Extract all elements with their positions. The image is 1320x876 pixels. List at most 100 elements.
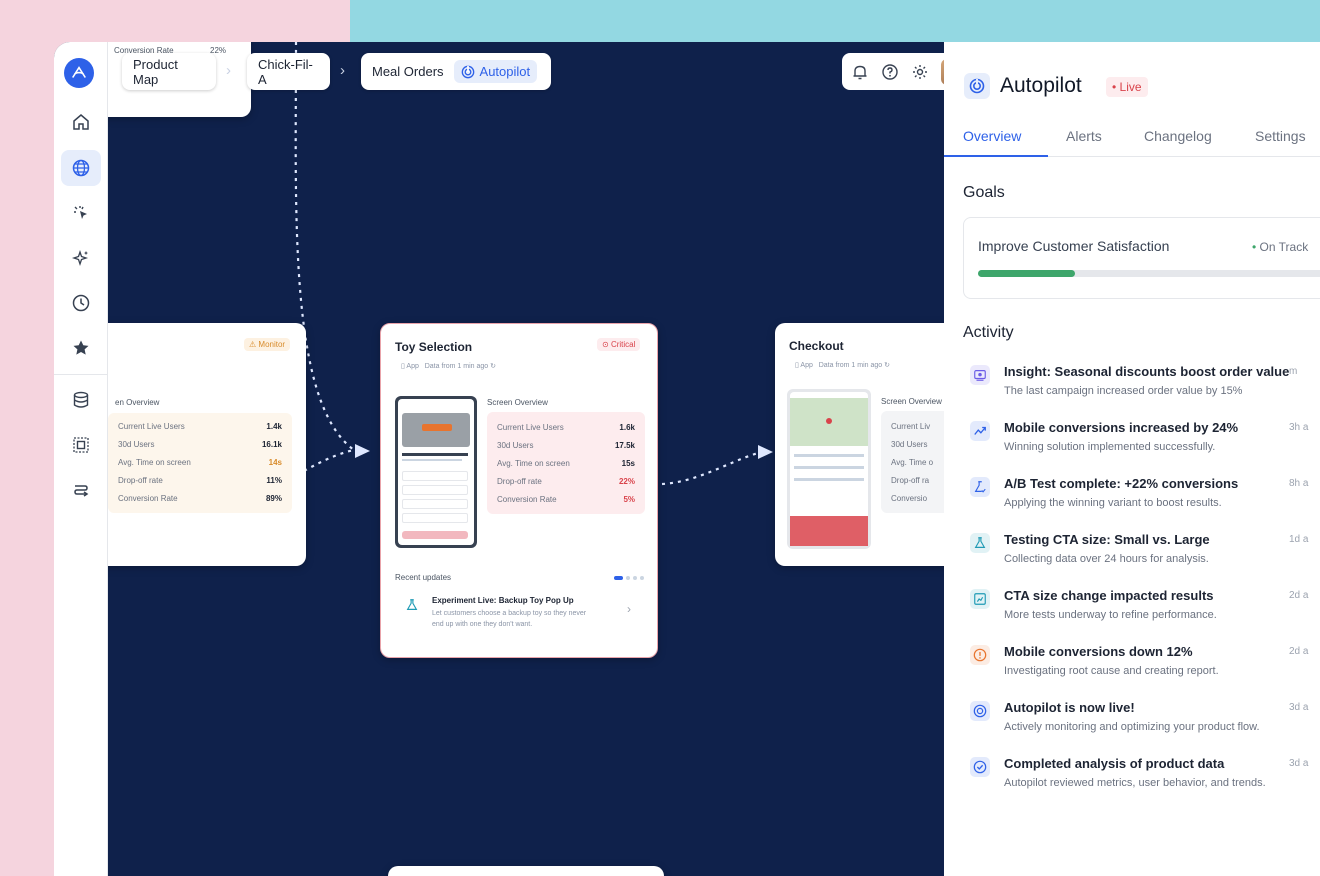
flow-icon[interactable] xyxy=(61,472,101,508)
overview-label: Screen Overview xyxy=(487,398,548,407)
activity-desc: Actively monitoring and optimizing your … xyxy=(1004,721,1260,733)
breadcrumb-product-map[interactable]: Product Map xyxy=(122,53,216,90)
database-icon[interactable] xyxy=(61,382,101,418)
metric-row: Avg. Time on screen 15s xyxy=(497,454,635,472)
activity-desc: Collecting data over 24 hours for analys… xyxy=(1004,553,1209,565)
activity-desc: Autopilot reviewed metrics, user behavio… xyxy=(1004,777,1266,789)
text-line xyxy=(794,466,864,469)
map-pin-icon xyxy=(826,418,832,424)
bottom-node[interactable] xyxy=(388,866,664,876)
app-logo[interactable] xyxy=(64,58,94,88)
metric-row: Current Liv xyxy=(891,417,944,435)
meta-data: Data from 1 min ago xyxy=(818,362,883,369)
activity-title: Autopilot is now live! xyxy=(1004,700,1135,715)
activity-time: 2d a xyxy=(1289,646,1309,657)
text-line xyxy=(402,453,468,456)
click-icon[interactable] xyxy=(61,195,101,231)
frame-icon[interactable] xyxy=(61,427,101,463)
checkout-node[interactable]: Checkout ▯ App Data from 1 min ago ↻ Scr… xyxy=(775,323,944,566)
meta-data: Data from 1 min ago xyxy=(424,363,489,370)
metric-value: 16.1k xyxy=(261,439,282,449)
globe-icon[interactable] xyxy=(61,150,101,186)
metric-label: Drop-off rate xyxy=(118,475,163,485)
metrics-box: Current Live Users 1.6k 30d Users 17.5k Av… xyxy=(487,412,645,514)
help-icon[interactable] xyxy=(881,63,899,81)
pager-dot[interactable] xyxy=(626,576,630,580)
metric-row: Conversio xyxy=(891,489,944,507)
flow-canvas[interactable]: Conversion Rate 22% Product Map › Chick-… xyxy=(108,42,944,876)
flask-icon xyxy=(406,599,418,610)
home-icon[interactable] xyxy=(61,104,101,140)
activity-desc: More tests underway to refine performanc… xyxy=(1004,609,1217,621)
activity-item[interactable]: CTA size change impacted results More tes… xyxy=(963,588,1320,644)
activity-item[interactable]: Mobile conversions increased by 24% Winni… xyxy=(963,420,1320,476)
chevron-right-icon: › xyxy=(627,602,631,616)
activity-item[interactable]: Mobile conversions down 12% Investigating… xyxy=(963,644,1320,700)
star-icon[interactable] xyxy=(61,330,101,366)
tab-settings[interactable]: Settings xyxy=(1255,128,1306,144)
live-badge-label: Live xyxy=(1119,80,1142,94)
list-option xyxy=(402,499,468,509)
metric-label: Avg. Time on screen xyxy=(118,457,191,467)
metric-label: Current Liv xyxy=(891,421,931,431)
activity-item[interactable]: Testing CTA size: Small vs. Large Collect… xyxy=(963,532,1320,588)
activity-time: 3d a xyxy=(1289,758,1309,769)
activity-time: 8h a xyxy=(1289,478,1309,489)
flask-icon xyxy=(970,533,990,553)
goal-card[interactable]: Improve Customer Satisfaction • On Track xyxy=(963,217,1320,299)
sparkle-icon[interactable] xyxy=(61,240,101,276)
tab-changelog[interactable]: Changelog xyxy=(1144,128,1212,144)
node-meta: ▯ App Data from 1 min ago ↻ xyxy=(401,363,496,370)
update-title: Experiment Live: Backup Toy Pop Up xyxy=(432,596,574,605)
pager-dot[interactable] xyxy=(633,576,637,580)
sidebar-divider xyxy=(54,374,108,375)
metric-value: 1.4k xyxy=(266,421,282,431)
activity-title: Insight: Seasonal discounts boost order … xyxy=(1004,364,1290,379)
autopilot-pill[interactable]: Autopilot xyxy=(453,60,538,83)
tab-overview[interactable]: Overview xyxy=(963,128,1021,144)
activity-item[interactable]: Autopilot is now live! Actively monitorin… xyxy=(963,700,1320,756)
insight-icon xyxy=(970,365,990,385)
recent-update-item[interactable]: Experiment Live: Backup Toy Pop Up Let c… xyxy=(395,590,645,640)
activity-title: Mobile conversions down 12% xyxy=(1004,644,1193,659)
metric-row: Conversion Rate 89% xyxy=(118,489,282,507)
toy-selection-node[interactable]: Toy Selection ⊙ Critical ▯ App Data from… xyxy=(380,323,658,658)
gear-icon[interactable] xyxy=(911,63,929,81)
autopilot-panel: Autopilot • Live Overview Alerts Changel… xyxy=(944,42,1320,876)
top-toolbar xyxy=(842,53,944,90)
metric-value: 17.5k xyxy=(614,440,635,450)
metric-value: 14s xyxy=(268,457,282,467)
text-line xyxy=(402,459,462,461)
pager-dot[interactable] xyxy=(640,576,644,580)
activity-item[interactable]: A/B Test complete: +22% conversions Apply… xyxy=(963,476,1320,532)
metric-value: 1.6k xyxy=(619,422,635,432)
activity-title: Mobile conversions increased by 24% xyxy=(1004,420,1239,435)
left-node-card[interactable]: ⚠ Monitor en Overview Current Live Users… xyxy=(108,323,306,566)
metric-label: 30d Users xyxy=(118,439,155,449)
breadcrumb-meal-orders[interactable]: Meal Orders Autopilot xyxy=(361,53,551,90)
app-window: Conversion Rate 22% Product Map › Chick-… xyxy=(54,42,1320,876)
checkout-cta xyxy=(790,516,868,546)
clock-icon[interactable] xyxy=(61,285,101,321)
metrics-box: Current Live Users 1.4k 30d Users 16.1k Av… xyxy=(108,413,292,513)
metric-value: 22% xyxy=(618,476,635,486)
sidebar xyxy=(54,42,108,876)
metric-label: Current Live Users xyxy=(497,422,564,432)
bell-icon[interactable] xyxy=(851,63,869,81)
panel-title: Autopilot xyxy=(1000,74,1082,97)
metric-label: Avg. Time o xyxy=(891,457,934,467)
phone-screen xyxy=(398,399,474,545)
metric-value: 11% xyxy=(266,475,282,485)
chevron-right-icon: › xyxy=(226,62,231,79)
pager-dot-active[interactable] xyxy=(614,576,623,580)
metric-row: Drop-off rate 11% xyxy=(118,471,282,489)
activity-title: A/B Test complete: +22% conversions xyxy=(1004,476,1239,491)
activity-item[interactable]: Insight: Seasonal discounts boost order … xyxy=(963,364,1320,420)
tab-alerts[interactable]: Alerts xyxy=(1066,128,1102,144)
logo-icon xyxy=(72,66,86,78)
overview-label: Screen Overview xyxy=(881,397,942,406)
list-option xyxy=(402,485,468,495)
breadcrumb-chick-fil-a[interactable]: Chick-Fil-A xyxy=(247,53,330,90)
chart-box-icon xyxy=(970,589,990,609)
activity-item[interactable]: Completed analysis of product data Autopi… xyxy=(963,756,1320,812)
